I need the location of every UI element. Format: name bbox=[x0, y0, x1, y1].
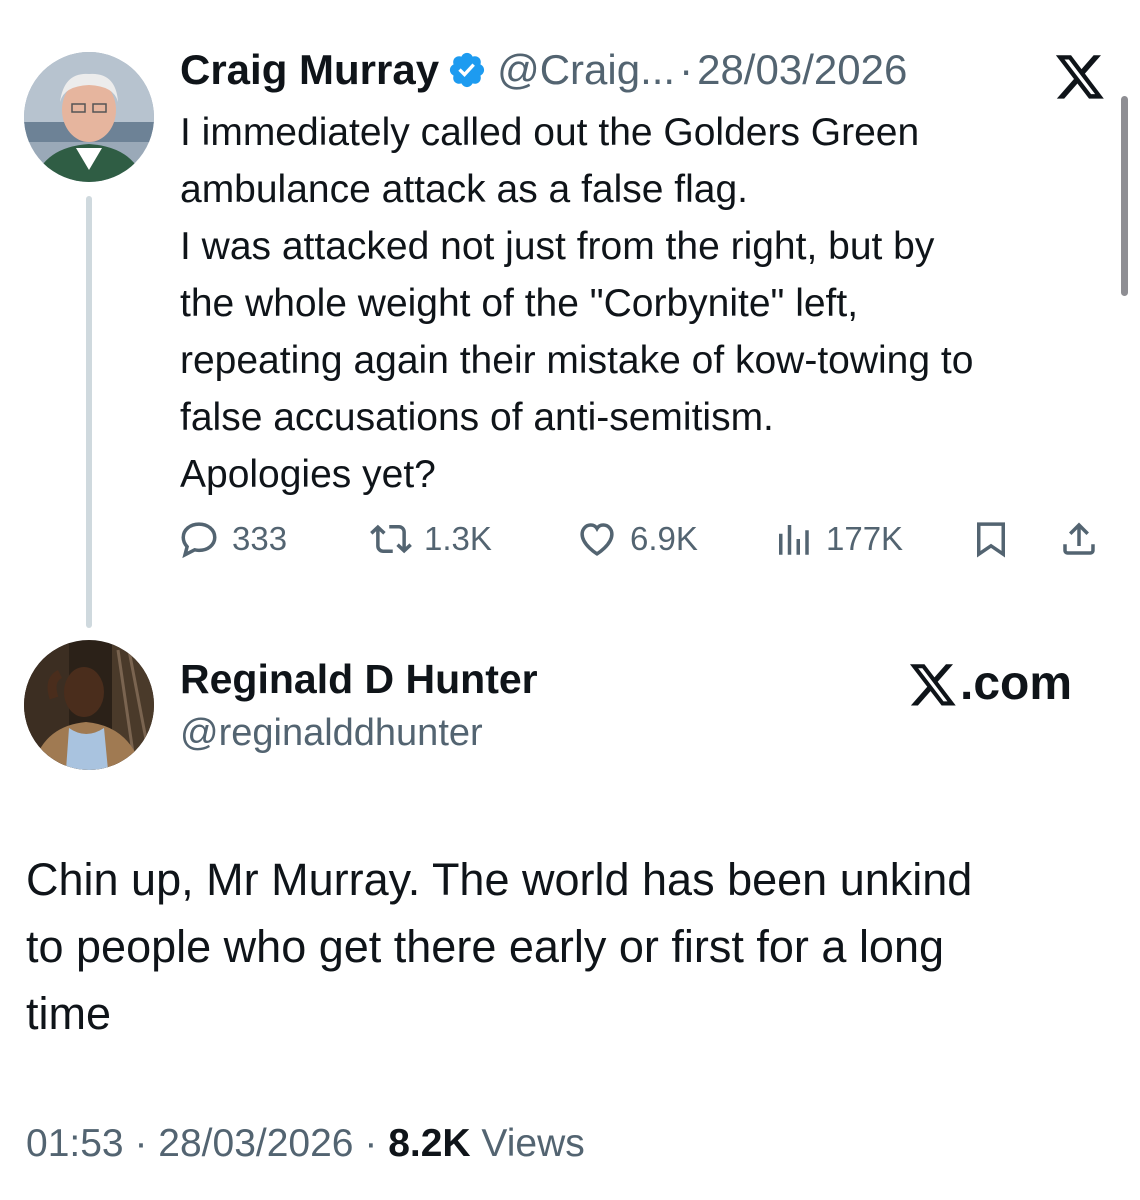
views-count: 8.2K bbox=[388, 1122, 471, 1165]
tweet2-line: Chin up, Mr Murray. The world has been u… bbox=[26, 854, 973, 905]
tweet1-action-bar: 333 1.3K 6.9K 177K bbox=[178, 518, 1110, 568]
avatar-craig-murray[interactable] bbox=[24, 52, 154, 182]
tweet-time[interactable]: 01:53 bbox=[26, 1122, 124, 1165]
thread-connector-line bbox=[86, 196, 92, 628]
separator-dot: · bbox=[679, 46, 694, 93]
views-button[interactable]: 177K bbox=[772, 518, 903, 560]
author-name[interactable]: Reginald D Hunter bbox=[180, 656, 538, 703]
tweet2-text: Chin up, Mr Murray. The world has been u… bbox=[26, 846, 1116, 1047]
tweet2-line: time bbox=[26, 988, 112, 1039]
separator-dot: · bbox=[364, 1122, 378, 1165]
tweet-date[interactable]: 28/03/2026 bbox=[158, 1122, 353, 1165]
scrollbar[interactable] bbox=[1121, 96, 1128, 296]
share-icon bbox=[1063, 522, 1095, 555]
reply-button[interactable]: 333 bbox=[178, 518, 287, 560]
like-button[interactable]: 6.9K bbox=[576, 518, 698, 560]
repost-icon bbox=[370, 524, 412, 554]
reply-icon bbox=[181, 522, 217, 559]
author-name[interactable]: Craig Murray bbox=[180, 46, 439, 94]
avatar-reginald-d-hunter[interactable] bbox=[24, 640, 154, 770]
bookmark-icon bbox=[977, 522, 1005, 558]
brand-text: .com bbox=[960, 657, 1073, 710]
like-icon bbox=[580, 523, 614, 556]
tweet1-line: I was attacked not just from the right, … bbox=[180, 225, 935, 268]
tweet1-text: I immediately called out the Golders Gre… bbox=[180, 104, 1110, 503]
x-logo-icon bbox=[909, 663, 956, 706]
author-handle[interactable]: @reginalddhunter bbox=[180, 712, 483, 755]
tweet1-line: Apologies yet? bbox=[180, 453, 436, 496]
bookmark-button[interactable] bbox=[970, 518, 1024, 560]
views-icon bbox=[779, 525, 809, 555]
tweet1-line: I immediately called out the Golders Gre… bbox=[180, 111, 920, 154]
tweet-date[interactable]: 28/03/2026 bbox=[697, 46, 907, 94]
tweet1-line: false accusations of anti-semitism. bbox=[180, 396, 774, 439]
repost-count: 1.3K bbox=[424, 520, 492, 557]
tweet1-header: Craig Murray @Craig... · 28/03/2026 bbox=[180, 46, 907, 94]
views-count: 177K bbox=[826, 520, 904, 557]
verified-badge-icon bbox=[447, 50, 487, 90]
tweet2-meta: 01:53 · 28/03/2026 · 8.2K Views bbox=[26, 1122, 585, 1166]
like-count: 6.9K bbox=[630, 520, 698, 557]
tweet2-line: to people who get there early or first f… bbox=[26, 921, 945, 972]
separator-dot: · bbox=[134, 1122, 148, 1165]
author-handle[interactable]: @Craig... bbox=[497, 46, 675, 94]
reply-count: 333 bbox=[232, 520, 288, 557]
tweet1-line: repeating again their mistake of kow-tow… bbox=[180, 339, 974, 382]
tweet1-line: ambulance attack as a false flag. bbox=[180, 168, 748, 211]
x-logo-icon bbox=[1052, 52, 1108, 100]
x-com-brand: .com bbox=[908, 656, 1072, 711]
tweet1-line: the whole weight of the "Corbynite" left… bbox=[180, 282, 859, 325]
views-label: Views bbox=[481, 1122, 585, 1165]
repost-button[interactable]: 1.3K bbox=[370, 518, 492, 560]
share-button[interactable] bbox=[1058, 518, 1112, 560]
